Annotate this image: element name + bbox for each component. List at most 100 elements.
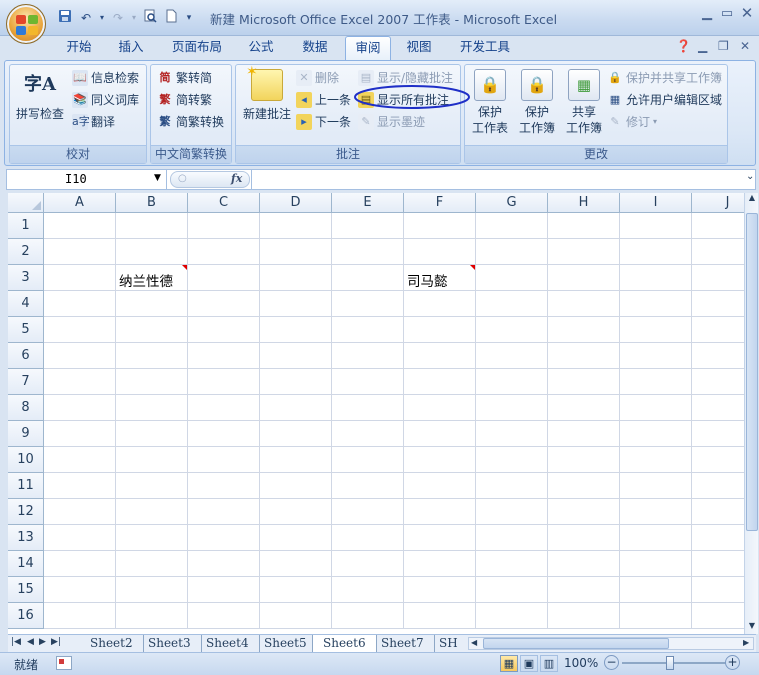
- cell[interactable]: [332, 499, 404, 525]
- column-header[interactable]: F: [404, 193, 476, 213]
- cell[interactable]: [188, 447, 260, 473]
- cell[interactable]: [116, 473, 188, 499]
- tab-view[interactable]: 视图: [398, 36, 440, 59]
- cell[interactable]: [260, 577, 332, 603]
- tab-insert[interactable]: 插入: [110, 36, 152, 59]
- new-comment-button[interactable]: ✶ 新建批注: [239, 64, 295, 122]
- protect-workbook-button[interactable]: 🔒 保护 工作簿: [514, 69, 560, 136]
- cell[interactable]: [332, 525, 404, 551]
- tab-formulas[interactable]: 公式: [240, 36, 282, 59]
- cell[interactable]: [692, 317, 744, 343]
- redo-icon[interactable]: ↷: [109, 9, 127, 27]
- cell[interactable]: [620, 551, 692, 577]
- sheet-tab[interactable]: Sheet7: [371, 635, 435, 652]
- row-header[interactable]: 1: [8, 213, 44, 239]
- office-button[interactable]: [6, 4, 46, 44]
- workbook-minimize-icon[interactable]: ▁: [698, 39, 707, 53]
- cell[interactable]: [116, 317, 188, 343]
- name-box-dropdown-icon[interactable]: ▼: [154, 173, 161, 183]
- cell[interactable]: [476, 447, 548, 473]
- cell[interactable]: [332, 447, 404, 473]
- column-header[interactable]: H: [548, 193, 620, 213]
- cell[interactable]: [476, 577, 548, 603]
- cell[interactable]: [260, 525, 332, 551]
- cell[interactable]: [548, 369, 620, 395]
- print-preview-icon[interactable]: [141, 9, 159, 27]
- cell[interactable]: [548, 473, 620, 499]
- cell[interactable]: [692, 499, 744, 525]
- cell[interactable]: [692, 421, 744, 447]
- cell[interactable]: [332, 265, 404, 291]
- cell[interactable]: [548, 291, 620, 317]
- allow-edit-ranges-button[interactable]: ▦ 允许用户编辑区域: [607, 90, 722, 110]
- row-header[interactable]: 10: [8, 447, 44, 473]
- chinese-convert-button[interactable]: 繁 简繁转换: [157, 112, 225, 132]
- cell[interactable]: [332, 551, 404, 577]
- cell[interactable]: [44, 291, 116, 317]
- last-sheet-icon[interactable]: ▶|: [51, 637, 61, 647]
- thesaurus-button[interactable]: 📚 同义词库: [72, 90, 139, 110]
- redo-dropdown-icon[interactable]: ▾: [130, 9, 138, 27]
- row-header[interactable]: 12: [8, 499, 44, 525]
- cell[interactable]: [260, 317, 332, 343]
- column-header[interactable]: B: [116, 193, 188, 213]
- to-simplified-button[interactable]: 简 繁转简: [157, 68, 213, 88]
- cell[interactable]: [332, 291, 404, 317]
- cell[interactable]: [116, 291, 188, 317]
- cell[interactable]: [188, 213, 260, 239]
- cell[interactable]: [404, 447, 476, 473]
- cell[interactable]: [620, 525, 692, 551]
- cell[interactable]: [476, 317, 548, 343]
- cell[interactable]: [476, 369, 548, 395]
- cell[interactable]: [620, 603, 692, 629]
- row-header[interactable]: 8: [8, 395, 44, 421]
- row-header[interactable]: 3: [8, 265, 44, 291]
- cell-value[interactable]: 司马懿: [407, 270, 448, 290]
- cell[interactable]: [116, 369, 188, 395]
- cell[interactable]: [548, 343, 620, 369]
- cell[interactable]: [620, 291, 692, 317]
- cell[interactable]: [404, 343, 476, 369]
- research-button[interactable]: 📖 信息检索: [72, 68, 139, 88]
- column-header[interactable]: E: [332, 193, 404, 213]
- cell[interactable]: [692, 369, 744, 395]
- cell[interactable]: [620, 499, 692, 525]
- cell[interactable]: [476, 395, 548, 421]
- cell[interactable]: [404, 603, 476, 629]
- cell[interactable]: [332, 239, 404, 265]
- row-header[interactable]: 11: [8, 473, 44, 499]
- cell[interactable]: [620, 213, 692, 239]
- normal-view-icon[interactable]: ▦: [500, 655, 518, 672]
- cell[interactable]: [404, 239, 476, 265]
- column-header[interactable]: D: [260, 193, 332, 213]
- cell[interactable]: [548, 603, 620, 629]
- cell[interactable]: [188, 317, 260, 343]
- cell[interactable]: [188, 525, 260, 551]
- cell[interactable]: [116, 525, 188, 551]
- cell[interactable]: [116, 447, 188, 473]
- formula-input[interactable]: [251, 170, 745, 189]
- sheet-tab[interactable]: Sheet2: [80, 635, 144, 652]
- cell[interactable]: [260, 395, 332, 421]
- maximize-icon[interactable]: ▭: [716, 6, 738, 21]
- cell-value[interactable]: 纳兰性德: [119, 270, 173, 290]
- cell[interactable]: [476, 525, 548, 551]
- cell[interactable]: [548, 551, 620, 577]
- cell[interactable]: [260, 551, 332, 577]
- cell[interactable]: [44, 265, 116, 291]
- cell[interactable]: [188, 239, 260, 265]
- page-layout-view-icon[interactable]: ▣: [520, 655, 538, 672]
- cell[interactable]: [404, 551, 476, 577]
- close-icon[interactable]: ✕: [736, 4, 758, 22]
- cell[interactable]: [116, 395, 188, 421]
- cell[interactable]: [692, 343, 744, 369]
- zoom-slider-thumb[interactable]: [666, 656, 674, 670]
- cell[interactable]: [692, 577, 744, 603]
- cell[interactable]: [188, 291, 260, 317]
- scroll-right-icon[interactable]: ▶: [743, 638, 749, 647]
- cell[interactable]: [476, 239, 548, 265]
- cell[interactable]: [188, 603, 260, 629]
- show-ink-button[interactable]: ✎ 显示墨迹: [358, 112, 425, 132]
- sheet-tab-active[interactable]: Sheet6: [312, 635, 377, 652]
- row-header[interactable]: 13: [8, 525, 44, 551]
